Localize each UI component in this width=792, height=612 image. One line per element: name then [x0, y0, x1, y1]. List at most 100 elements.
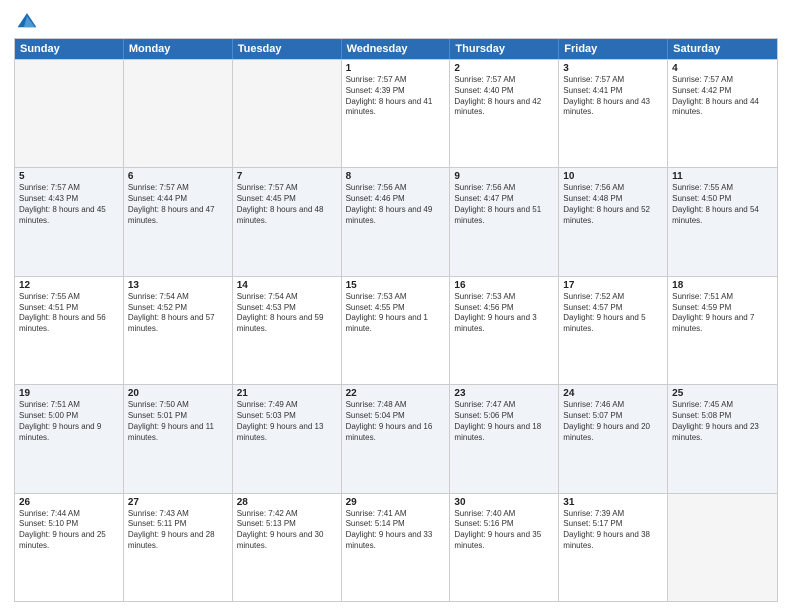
- day-number: 15: [346, 280, 446, 291]
- cal-cell-r3-c6: 25Sunrise: 7:45 AM Sunset: 5:08 PM Dayli…: [668, 385, 777, 492]
- calendar-row-1: 1Sunrise: 7:57 AM Sunset: 4:39 PM Daylig…: [15, 59, 777, 167]
- cal-cell-r1-c2: 7Sunrise: 7:57 AM Sunset: 4:45 PM Daylig…: [233, 168, 342, 275]
- cal-cell-r3-c2: 21Sunrise: 7:49 AM Sunset: 5:03 PM Dayli…: [233, 385, 342, 492]
- cell-info: Sunrise: 7:56 AM Sunset: 4:48 PM Dayligh…: [563, 183, 663, 226]
- cell-info: Sunrise: 7:44 AM Sunset: 5:10 PM Dayligh…: [19, 509, 119, 552]
- cal-cell-r2-c0: 12Sunrise: 7:55 AM Sunset: 4:51 PM Dayli…: [15, 277, 124, 384]
- day-number: 10: [563, 171, 663, 182]
- cell-info: Sunrise: 7:51 AM Sunset: 5:00 PM Dayligh…: [19, 400, 119, 443]
- cell-info: Sunrise: 7:50 AM Sunset: 5:01 PM Dayligh…: [128, 400, 228, 443]
- cell-info: Sunrise: 7:47 AM Sunset: 5:06 PM Dayligh…: [454, 400, 554, 443]
- day-number: 14: [237, 280, 337, 291]
- day-number: 23: [454, 388, 554, 399]
- cal-cell-r1-c3: 8Sunrise: 7:56 AM Sunset: 4:46 PM Daylig…: [342, 168, 451, 275]
- cal-cell-r4-c6: [668, 494, 777, 601]
- day-number: 27: [128, 497, 228, 508]
- calendar-row-3: 12Sunrise: 7:55 AM Sunset: 4:51 PM Dayli…: [15, 276, 777, 384]
- cal-cell-r2-c4: 16Sunrise: 7:53 AM Sunset: 4:56 PM Dayli…: [450, 277, 559, 384]
- cal-cell-r3-c4: 23Sunrise: 7:47 AM Sunset: 5:06 PM Dayli…: [450, 385, 559, 492]
- cal-cell-r4-c5: 31Sunrise: 7:39 AM Sunset: 5:17 PM Dayli…: [559, 494, 668, 601]
- cell-info: Sunrise: 7:42 AM Sunset: 5:13 PM Dayligh…: [237, 509, 337, 552]
- cell-info: Sunrise: 7:55 AM Sunset: 4:51 PM Dayligh…: [19, 292, 119, 335]
- cal-cell-r3-c0: 19Sunrise: 7:51 AM Sunset: 5:00 PM Dayli…: [15, 385, 124, 492]
- cal-cell-r1-c0: 5Sunrise: 7:57 AM Sunset: 4:43 PM Daylig…: [15, 168, 124, 275]
- header-wednesday: Wednesday: [342, 39, 451, 59]
- cal-cell-r1-c5: 10Sunrise: 7:56 AM Sunset: 4:48 PM Dayli…: [559, 168, 668, 275]
- cal-cell-r2-c5: 17Sunrise: 7:52 AM Sunset: 4:57 PM Dayli…: [559, 277, 668, 384]
- day-number: 20: [128, 388, 228, 399]
- cal-cell-r2-c3: 15Sunrise: 7:53 AM Sunset: 4:55 PM Dayli…: [342, 277, 451, 384]
- cal-cell-r2-c1: 13Sunrise: 7:54 AM Sunset: 4:52 PM Dayli…: [124, 277, 233, 384]
- header-thursday: Thursday: [450, 39, 559, 59]
- header: [14, 10, 778, 32]
- cell-info: Sunrise: 7:57 AM Sunset: 4:40 PM Dayligh…: [454, 75, 554, 118]
- day-number: 3: [563, 63, 663, 74]
- cell-info: Sunrise: 7:53 AM Sunset: 4:56 PM Dayligh…: [454, 292, 554, 335]
- day-number: 19: [19, 388, 119, 399]
- day-number: 29: [346, 497, 446, 508]
- day-number: 22: [346, 388, 446, 399]
- page: Sunday Monday Tuesday Wednesday Thursday…: [0, 0, 792, 612]
- cell-info: Sunrise: 7:54 AM Sunset: 4:52 PM Dayligh…: [128, 292, 228, 335]
- day-number: 7: [237, 171, 337, 182]
- calendar-row-4: 19Sunrise: 7:51 AM Sunset: 5:00 PM Dayli…: [15, 384, 777, 492]
- cell-info: Sunrise: 7:57 AM Sunset: 4:39 PM Dayligh…: [346, 75, 446, 118]
- day-number: 5: [19, 171, 119, 182]
- day-number: 17: [563, 280, 663, 291]
- cal-cell-r1-c6: 11Sunrise: 7:55 AM Sunset: 4:50 PM Dayli…: [668, 168, 777, 275]
- calendar: Sunday Monday Tuesday Wednesday Thursday…: [14, 38, 778, 602]
- day-number: 11: [672, 171, 773, 182]
- cal-cell-r0-c1: [124, 60, 233, 167]
- cal-cell-r2-c2: 14Sunrise: 7:54 AM Sunset: 4:53 PM Dayli…: [233, 277, 342, 384]
- header-sunday: Sunday: [15, 39, 124, 59]
- cell-info: Sunrise: 7:56 AM Sunset: 4:46 PM Dayligh…: [346, 183, 446, 226]
- cell-info: Sunrise: 7:57 AM Sunset: 4:44 PM Dayligh…: [128, 183, 228, 226]
- cell-info: Sunrise: 7:46 AM Sunset: 5:07 PM Dayligh…: [563, 400, 663, 443]
- calendar-row-2: 5Sunrise: 7:57 AM Sunset: 4:43 PM Daylig…: [15, 167, 777, 275]
- cal-cell-r0-c5: 3Sunrise: 7:57 AM Sunset: 4:41 PM Daylig…: [559, 60, 668, 167]
- cell-info: Sunrise: 7:54 AM Sunset: 4:53 PM Dayligh…: [237, 292, 337, 335]
- cell-info: Sunrise: 7:56 AM Sunset: 4:47 PM Dayligh…: [454, 183, 554, 226]
- day-number: 24: [563, 388, 663, 399]
- day-number: 16: [454, 280, 554, 291]
- cal-cell-r3-c3: 22Sunrise: 7:48 AM Sunset: 5:04 PM Dayli…: [342, 385, 451, 492]
- cal-cell-r0-c2: [233, 60, 342, 167]
- day-number: 6: [128, 171, 228, 182]
- cell-info: Sunrise: 7:52 AM Sunset: 4:57 PM Dayligh…: [563, 292, 663, 335]
- day-number: 31: [563, 497, 663, 508]
- cell-info: Sunrise: 7:49 AM Sunset: 5:03 PM Dayligh…: [237, 400, 337, 443]
- day-number: 9: [454, 171, 554, 182]
- cell-info: Sunrise: 7:55 AM Sunset: 4:50 PM Dayligh…: [672, 183, 773, 226]
- cell-info: Sunrise: 7:41 AM Sunset: 5:14 PM Dayligh…: [346, 509, 446, 552]
- cell-info: Sunrise: 7:45 AM Sunset: 5:08 PM Dayligh…: [672, 400, 773, 443]
- logo-area: [14, 10, 38, 32]
- day-number: 13: [128, 280, 228, 291]
- cal-cell-r3-c5: 24Sunrise: 7:46 AM Sunset: 5:07 PM Dayli…: [559, 385, 668, 492]
- calendar-header-row: Sunday Monday Tuesday Wednesday Thursday…: [15, 39, 777, 59]
- cell-info: Sunrise: 7:57 AM Sunset: 4:42 PM Dayligh…: [672, 75, 773, 118]
- day-number: 28: [237, 497, 337, 508]
- day-number: 2: [454, 63, 554, 74]
- cal-cell-r1-c4: 9Sunrise: 7:56 AM Sunset: 4:47 PM Daylig…: [450, 168, 559, 275]
- cal-cell-r4-c3: 29Sunrise: 7:41 AM Sunset: 5:14 PM Dayli…: [342, 494, 451, 601]
- cal-cell-r3-c1: 20Sunrise: 7:50 AM Sunset: 5:01 PM Dayli…: [124, 385, 233, 492]
- header-tuesday: Tuesday: [233, 39, 342, 59]
- cell-info: Sunrise: 7:57 AM Sunset: 4:41 PM Dayligh…: [563, 75, 663, 118]
- header-saturday: Saturday: [668, 39, 777, 59]
- cal-cell-r4-c1: 27Sunrise: 7:43 AM Sunset: 5:11 PM Dayli…: [124, 494, 233, 601]
- day-number: 8: [346, 171, 446, 182]
- day-number: 12: [19, 280, 119, 291]
- cell-info: Sunrise: 7:39 AM Sunset: 5:17 PM Dayligh…: [563, 509, 663, 552]
- cell-info: Sunrise: 7:43 AM Sunset: 5:11 PM Dayligh…: [128, 509, 228, 552]
- cell-info: Sunrise: 7:53 AM Sunset: 4:55 PM Dayligh…: [346, 292, 446, 335]
- logo-icon: [16, 10, 38, 32]
- cal-cell-r2-c6: 18Sunrise: 7:51 AM Sunset: 4:59 PM Dayli…: [668, 277, 777, 384]
- calendar-body: 1Sunrise: 7:57 AM Sunset: 4:39 PM Daylig…: [15, 59, 777, 601]
- cal-cell-r4-c0: 26Sunrise: 7:44 AM Sunset: 5:10 PM Dayli…: [15, 494, 124, 601]
- cell-info: Sunrise: 7:48 AM Sunset: 5:04 PM Dayligh…: [346, 400, 446, 443]
- cal-cell-r0-c0: [15, 60, 124, 167]
- cal-cell-r4-c4: 30Sunrise: 7:40 AM Sunset: 5:16 PM Dayli…: [450, 494, 559, 601]
- day-number: 18: [672, 280, 773, 291]
- day-number: 4: [672, 63, 773, 74]
- day-number: 30: [454, 497, 554, 508]
